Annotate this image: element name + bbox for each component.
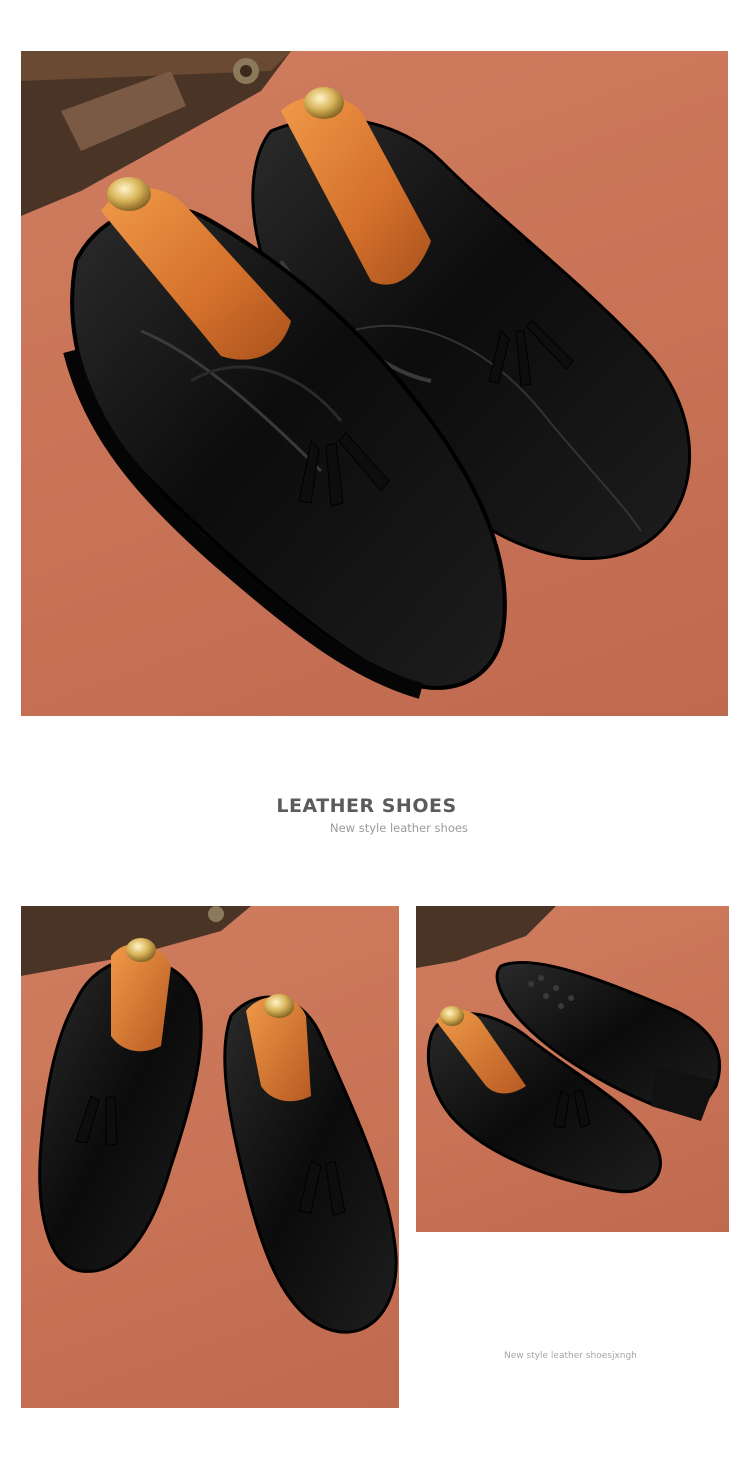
left-detail-photo <box>21 906 399 1408</box>
suitcase-corner <box>416 906 556 968</box>
right-detail-photo <box>416 906 729 1232</box>
hero-photo <box>21 51 728 716</box>
left-shoe <box>38 938 203 1273</box>
section-title: LEATHER SHOES <box>276 795 457 817</box>
photo-caption: New style leather shoesjxngh <box>504 1351 637 1361</box>
right-shoe <box>223 994 398 1334</box>
section-subtitle: New style leather shoes <box>330 821 468 835</box>
